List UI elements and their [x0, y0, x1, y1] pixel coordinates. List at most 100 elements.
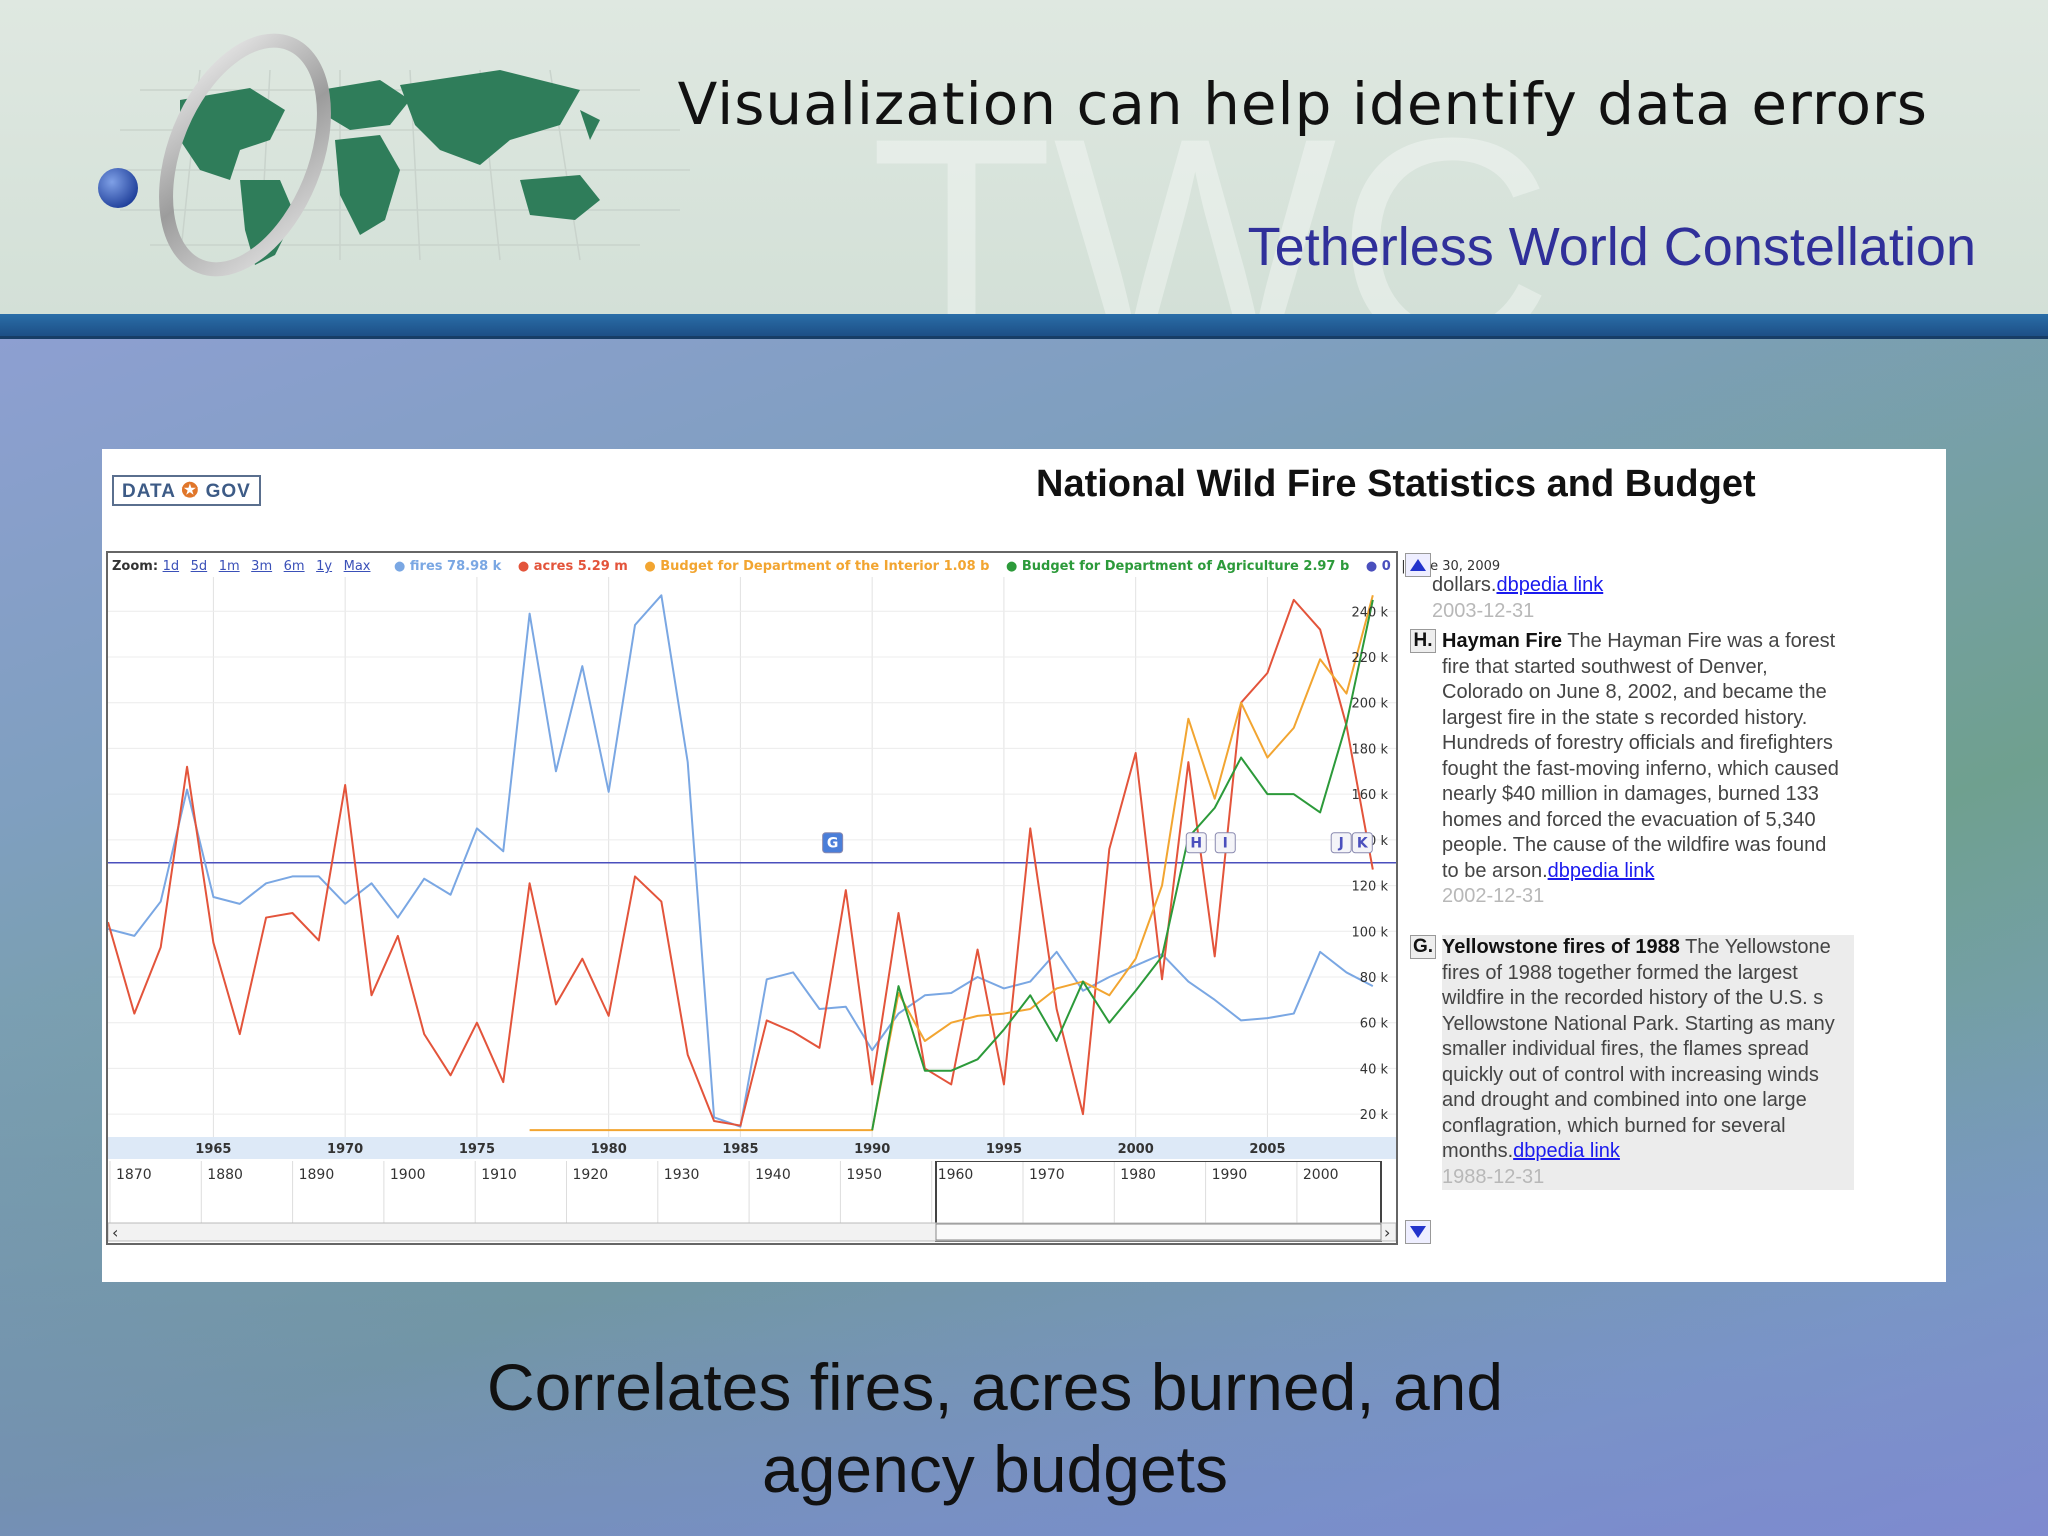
legend-zero-label: 0 [1381, 559, 1391, 574]
legend-interior-label: Budget for Department of the Interior 1.… [660, 559, 990, 574]
y-tick-label: 120 k [1352, 880, 1389, 895]
chart-title: National Wild Fire Statistics and Budget [1036, 463, 1756, 505]
x-tick-label: 1985 [722, 1142, 758, 1157]
navigator-tick-label: 1930 [664, 1167, 700, 1183]
event-h-date: 2002-12-31 [1442, 885, 1545, 907]
globe-logo-icon [98, 33, 690, 277]
legend-fires[interactable]: ● fires 78.98 k [394, 559, 501, 574]
event-h-letter: H. [1410, 629, 1436, 653]
y-tick-label: 80 k [1360, 971, 1389, 986]
event-g-title: Yellowstone fires of 1988 [1442, 936, 1680, 958]
event-g-date: 1988-12-31 [1442, 1165, 1545, 1188]
navigator-tick-label: 1910 [481, 1167, 517, 1183]
slide: TWC Visualization can help identify data… [0, 0, 2048, 1536]
x-tick-label: 1980 [591, 1142, 627, 1157]
zoom-max[interactable]: Max [344, 559, 371, 574]
x-tick-label: 1990 [854, 1142, 890, 1157]
zoom-3m[interactable]: 3m [251, 559, 272, 574]
y-tick-label: 160 k [1352, 788, 1389, 803]
zoom-6m[interactable]: 6m [284, 559, 305, 574]
legend-interior[interactable]: ● Budget for Department of the Interior … [644, 559, 989, 574]
x-tick-label: 1995 [986, 1142, 1022, 1157]
event-marker-j[interactable]: J [1330, 832, 1352, 854]
series-line-agriculture [871, 599, 1374, 1131]
zoom-5d[interactable]: 5d [191, 559, 208, 574]
event-marker-label: J [1338, 836, 1344, 852]
legend-agriculture[interactable]: ● Budget for Department of Agriculture 2… [1006, 559, 1349, 574]
y-tick-label: 200 k [1352, 697, 1389, 712]
event-h-link[interactable]: dbpedia link [1548, 860, 1655, 882]
legend-acres-label: acres 5.29 m [533, 559, 628, 574]
navigator-tick-label: 1950 [846, 1167, 882, 1183]
y-tick-label: 60 k [1360, 1017, 1389, 1032]
event-marker-h[interactable]: H [1185, 832, 1207, 854]
header-divider [0, 314, 2048, 339]
scroll-up-button[interactable] [1405, 553, 1431, 577]
event-g-body: The Yellowstone fires of 1988 together f… [1442, 936, 1835, 1162]
slide-caption: Correlates fires, acres burned, and agen… [0, 1346, 1990, 1510]
legend-fires-label: fires 78.98 k [409, 559, 502, 574]
event-top-date: 2003-12-31 [1432, 599, 1535, 622]
y-tick-label: 40 k [1360, 1062, 1389, 1077]
navigator-tick-label: 1990 [1212, 1167, 1248, 1183]
event-item-yellowstone[interactable]: G. Yellowstone fires of 1988 The Yellows… [1410, 935, 1854, 1190]
event-g-letter: G. [1410, 935, 1436, 959]
event-marker-label: G [827, 836, 839, 852]
zoom-1y[interactable]: 1y [316, 559, 332, 574]
navigator-tick-label: 1940 [755, 1167, 791, 1183]
navigator-tick-label: 1980 [1120, 1167, 1156, 1183]
event-marker-label: I [1223, 836, 1228, 852]
event-h-title: Hayman Fire [1442, 630, 1563, 652]
x-tick-label: 1975 [459, 1142, 495, 1157]
legend-zero[interactable]: ● 0 [1366, 559, 1391, 574]
event-marker-k[interactable]: K [1351, 832, 1373, 854]
legend-agriculture-label: Budget for Department of Agriculture 2.9… [1021, 559, 1350, 574]
y-tick-label: 180 k [1352, 742, 1389, 757]
y-tick-label: 20 k [1360, 1108, 1389, 1123]
slide-header: TWC Visualization can help identify data… [0, 0, 2048, 411]
navigator-tick-label: 2000 [1303, 1167, 1339, 1183]
event-h-body: The Hayman Fire was a forest fire that s… [1442, 630, 1839, 882]
y-tick-label: 240 k [1352, 605, 1389, 620]
y-tick-label: 100 k [1352, 925, 1389, 940]
x-tick-label: 1965 [195, 1142, 231, 1157]
navigator-scroll-thumb[interactable] [935, 1223, 1382, 1241]
gear-icon: ✪ [181, 480, 200, 502]
event-item-partial: dollars.dbpedia link 2003-12-31 [1432, 573, 1852, 624]
navigator-tick-label: 1920 [573, 1167, 609, 1183]
x-tick-label: 2000 [1118, 1142, 1154, 1157]
line-chart: 1965 1970 1975 1980 1985 1990 1995 2000 2005 20 k… [108, 577, 1396, 1159]
zoom-1m[interactable]: 1m [219, 559, 240, 574]
chart-frame: Zoom: 1d 5d 1m 3m 6m 1y Max ● fires 78.9… [106, 551, 1500, 1245]
embedded-screenshot: DATA ✪ GOV National Wild Fire Statistics… [102, 449, 1946, 1282]
event-top-text: dollars. [1432, 574, 1497, 596]
x-tick-label: 1970 [327, 1142, 363, 1157]
navigator-tick-label: 1960 [938, 1167, 974, 1183]
event-marker-i[interactable]: I [1214, 832, 1236, 854]
navigator-tick-label: 1880 [207, 1167, 243, 1183]
chart-legend: Zoom: 1d 5d 1m 3m 6m 1y Max ● fires 78.9… [112, 559, 1500, 574]
data-gov-logo-left: DATA [122, 481, 176, 502]
event-marker-label: H [1190, 836, 1202, 852]
data-gov-logo: DATA ✪ GOV [112, 475, 261, 506]
zoom-label: Zoom: [112, 559, 159, 574]
timeline-navigator[interactable]: 1870 1880 1890 1900 1910 1920 1930 1940 1950 1960… [108, 1161, 1396, 1243]
scroll-down-button[interactable] [1405, 1220, 1431, 1244]
navigator-tick-label: 1900 [390, 1167, 426, 1183]
caption-line-2: agency budgets [761, 1432, 1229, 1506]
event-marker-label: K [1357, 836, 1369, 852]
navigator-tick-label: 1890 [299, 1167, 335, 1183]
scroll-left-arrow-icon[interactable]: ‹ [112, 1223, 118, 1242]
x-tick-label: 2005 [1249, 1142, 1285, 1157]
event-g-link[interactable]: dbpedia link [1513, 1140, 1620, 1162]
event-item-hayman[interactable]: H. Hayman Fire The Hayman Fire was a for… [1410, 629, 1842, 910]
y-tick-label: 220 k [1352, 651, 1389, 666]
caption-line-1: Correlates fires, acres burned, and [486, 1350, 1504, 1424]
event-top-link[interactable]: dbpedia link [1496, 574, 1603, 596]
event-marker-g[interactable]: G [822, 832, 844, 854]
legend-acres[interactable]: ● acres 5.29 m [518, 559, 628, 574]
zoom-1d[interactable]: 1d [163, 559, 180, 574]
data-gov-logo-right: GOV [205, 481, 251, 502]
scroll-right-arrow-icon[interactable]: › [1384, 1223, 1390, 1242]
navigator-tick-label: 1970 [1029, 1167, 1065, 1183]
